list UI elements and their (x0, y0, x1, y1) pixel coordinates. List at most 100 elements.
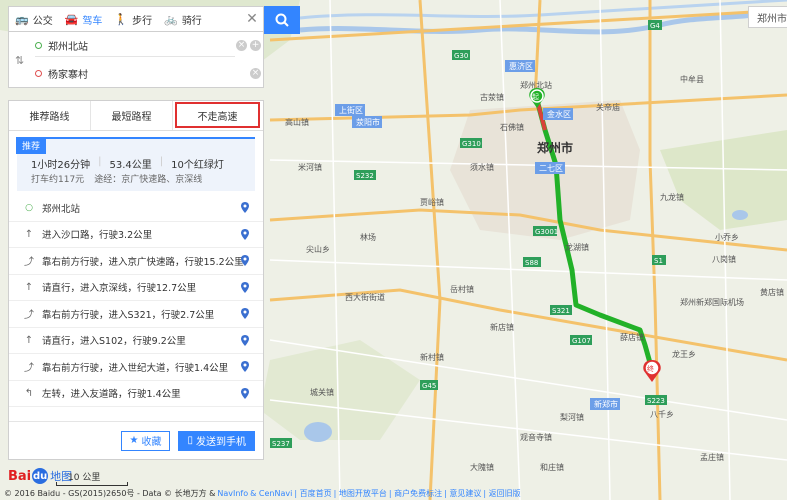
panel-footer: ★ 收藏 ▯ 发送到手机 (9, 421, 263, 459)
city-switcher[interactable]: 郑州市 (748, 6, 787, 28)
svg-text:G4: G4 (650, 22, 660, 30)
svg-text:S232: S232 (356, 172, 374, 180)
svg-text:岳村镇: 岳村镇 (450, 284, 474, 294)
mode-car[interactable]: 🚘 驾车 (59, 7, 109, 31)
route-step[interactable]: ⤴ 靠右前方行驶，进入京广快速路，行驶15.2公里 (9, 248, 263, 275)
svg-text:梨河镇: 梨河镇 (560, 412, 584, 422)
clear-icon[interactable]: × (236, 40, 247, 51)
svg-text:须水镇: 须水镇 (470, 162, 494, 172)
svg-text:黄店镇: 黄店镇 (760, 287, 784, 297)
route-step[interactable]: ⤴ 靠右前方行驶，进入世纪大道，行驶1.4公里 (9, 354, 263, 381)
svg-text:G45: G45 (422, 382, 436, 390)
location-pin-icon[interactable] (241, 387, 249, 399)
close-icon[interactable]: ✕ (241, 11, 263, 27)
swap-icon[interactable]: ⇅ (15, 54, 24, 67)
svg-text:S321: S321 (552, 307, 570, 315)
star-icon: ★ (129, 435, 139, 446)
start-point-icon: ○ (25, 202, 33, 213)
svg-text:观音寺镇: 观音寺镇 (520, 432, 552, 442)
end-input[interactable] (48, 67, 198, 79)
end-dot-icon (35, 69, 42, 77)
svg-text:S1: S1 (654, 257, 663, 265)
svg-text:S88: S88 (525, 259, 538, 267)
svg-text:二七区: 二七区 (539, 164, 563, 173)
svg-text:大隗镇: 大隗镇 (470, 462, 494, 472)
car-icon: 🚘 (64, 12, 79, 26)
svg-text:和庄镇: 和庄镇 (540, 462, 564, 472)
svg-text:新店镇: 新店镇 (490, 322, 514, 332)
start-input[interactable] (48, 40, 198, 51)
route-tabs: 推荐路线 最短路程 不走高速 (9, 101, 263, 131)
svg-text:新村镇: 新村镇 (420, 352, 444, 362)
taxi-fare: 打车约117元 (31, 175, 85, 185)
navinfo-link[interactable]: NavInfo (217, 489, 248, 498)
svg-text:荥阳市: 荥阳市 (356, 117, 380, 127)
svg-text:起: 起 (532, 93, 539, 101)
svg-text:林场: 林场 (360, 232, 376, 242)
svg-text:小乔乡: 小乔乡 (715, 232, 739, 242)
svg-text:城关镇: 城关镇 (310, 387, 334, 397)
bike-icon: 🚲 (164, 12, 178, 26)
route-summary[interactable]: 推荐 1小时26分钟 | 53.4公里 | 10个红绿灯 打车约117元 途经：… (16, 137, 255, 191)
route-step[interactable]: ↑ 进入沙口路，行驶3.2公里 (9, 222, 263, 248)
svg-text:中牟县: 中牟县 (680, 74, 704, 84)
route-traffic-lights: 10个红绿灯 (171, 160, 224, 171)
bus-icon: 🚌 (15, 12, 29, 26)
route-step[interactable]: ⤴ 靠右前方行驶，进入S321，行驶2.7公里 (9, 301, 263, 328)
travel-mode-bar: 🚌 公交 🚘 驾车 🚶 步行 🚲 骑行 ✕ (8, 6, 264, 32)
feedback-link[interactable]: | 意见建议 (444, 488, 481, 499)
route-via: 途经：京广快速路、京深线 (94, 175, 203, 185)
location-pin-icon[interactable] (241, 334, 249, 346)
route-steps: ○ 郑州北站 ↑ 进入沙口路，行驶3.2公里 ⤴ 靠右前方行驶，进入京广快速路，… (9, 195, 263, 407)
location-pin-icon[interactable] (241, 255, 249, 266)
mode-walk[interactable]: 🚶 步行 (108, 7, 158, 31)
location-pin-icon[interactable] (241, 202, 249, 213)
tab-no-highway[interactable]: 不走高速 (175, 102, 260, 128)
tab-shortest[interactable]: 最短路程 (91, 101, 173, 130)
svg-text:龙王乡: 龙王乡 (672, 349, 696, 359)
svg-text:八岗镇: 八岗镇 (712, 254, 736, 264)
add-waypoint-icon[interactable]: + (250, 40, 261, 51)
merchant-label-link[interactable]: | 商户免费标注 (389, 488, 442, 499)
keep-right-icon: ⤴ (24, 257, 34, 269)
svg-text:八千乡: 八千乡 (650, 409, 674, 419)
location-pin-icon[interactable] (241, 361, 249, 372)
svg-text:终: 终 (647, 364, 654, 373)
route-step[interactable]: ○ 郑州北站 (9, 195, 263, 222)
location-pin-icon[interactable] (241, 281, 249, 293)
recommended-badge: 推荐 (16, 137, 47, 154)
keep-right-icon: ⤴ (24, 310, 34, 322)
location-pin-icon[interactable] (241, 308, 249, 319)
send-to-phone-button[interactable]: ▯ 发送到手机 (178, 430, 255, 451)
svg-text:石佛镇: 石佛镇 (500, 122, 524, 132)
turn-left-icon: ↰ (24, 387, 34, 399)
route-panel: 推荐路线 最短路程 不走高速 推荐 1小时26分钟 | 53.4公里 | 10个… (8, 100, 264, 460)
svg-text:关帝庙: 关帝庙 (596, 102, 620, 112)
svg-text:惠济区: 惠济区 (509, 61, 533, 71)
svg-text:米河镇: 米河镇 (298, 162, 322, 172)
open-platform-link[interactable]: | 地图开放平台 (334, 488, 387, 499)
tab-recommended[interactable]: 推荐路线 (9, 101, 91, 130)
search-button[interactable] (264, 6, 300, 34)
svg-text:上街区: 上街区 (339, 105, 363, 115)
route-step[interactable]: ↑ 请直行，进入京深线，行驶12.7公里 (9, 275, 263, 301)
lake (732, 210, 748, 220)
location-pin-icon[interactable] (241, 228, 249, 240)
end-row: × (35, 62, 261, 84)
svg-text:孟庄镇: 孟庄镇 (700, 452, 724, 462)
clear-icon[interactable]: × (250, 67, 261, 79)
separator: | (159, 156, 164, 167)
svg-text:G3001: G3001 (535, 228, 558, 236)
start-row: × + (35, 35, 261, 57)
route-step[interactable]: ↑ 请直行，进入S102，行驶9.2公里 (9, 328, 263, 354)
copyright-bar: © 2016 Baidu - GS(2015)2650号 - Data © 长地… (4, 488, 521, 499)
airport-label: 郑州新郑国际机场 (680, 297, 744, 307)
baidu-home-link[interactable]: | 百度首页 (294, 488, 331, 499)
cennavi-link[interactable]: & CenNavi (250, 489, 292, 498)
mode-bus[interactable]: 🚌 公交 (9, 7, 59, 31)
favorite-button[interactable]: ★ 收藏 (120, 430, 171, 451)
mode-bike[interactable]: 🚲 骑行 (158, 7, 208, 31)
svg-text:尖山乡: 尖山乡 (306, 244, 330, 254)
old-version-link[interactable]: | 返回旧版 (483, 488, 520, 499)
route-step[interactable]: ↰ 左转，进入友道路，行驶1.4公里 (9, 381, 263, 407)
